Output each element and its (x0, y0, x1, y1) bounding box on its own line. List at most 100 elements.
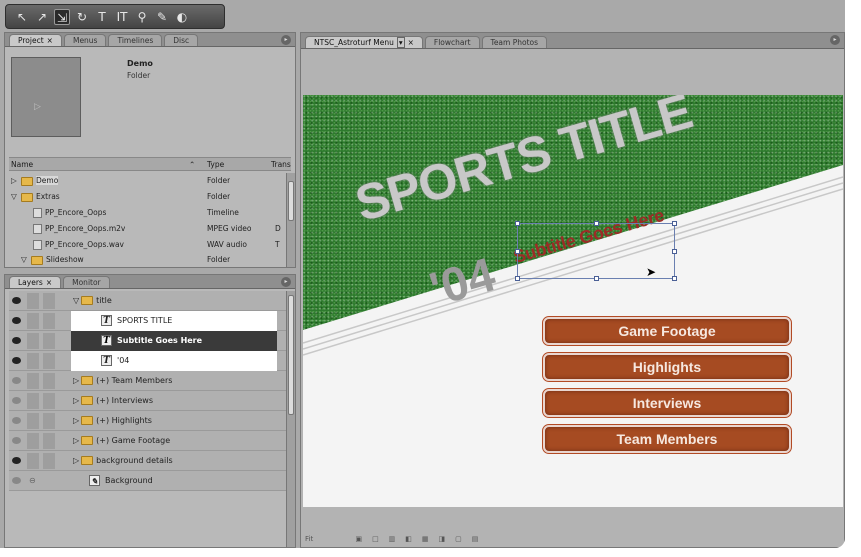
resize-handle[interactable] (672, 221, 677, 226)
visibility-eye-icon[interactable] (12, 297, 21, 304)
layer-row[interactable]: ▷ (+) Team Members (9, 371, 287, 391)
rotate-tool-icon[interactable]: ↻ (74, 9, 90, 25)
layer-set-toggle[interactable] (43, 453, 55, 469)
visibility-eye-icon[interactable] (12, 377, 21, 384)
lock-toggle[interactable] (27, 393, 39, 409)
panel-menu-icon[interactable]: ▸ (281, 277, 291, 287)
layer-set-toggle[interactable] (43, 413, 55, 429)
collapse-icon[interactable]: ▽ (21, 253, 27, 267)
preview-tool-icon[interactable]: ◐ (174, 9, 190, 25)
project-scrollbar[interactable] (286, 173, 295, 267)
column-name[interactable]: Name (11, 160, 33, 169)
resize-handle[interactable] (515, 276, 520, 281)
lock-toggle[interactable] (27, 373, 39, 389)
panel-menu-icon[interactable]: ▸ (281, 35, 291, 45)
layer-row[interactable]: T SPORTS TITLE (9, 311, 287, 331)
layer-row[interactable]: T '04 (9, 351, 287, 371)
project-row[interactable]: PP_Encore_Oops.m2v MPEG video D (9, 221, 285, 237)
layer-set-toggle[interactable] (43, 293, 55, 309)
resize-handle[interactable] (672, 276, 677, 281)
resize-handle[interactable] (515, 249, 520, 254)
menu-canvas[interactable]: SPORTS TITLE '04 Subtitle Goes Here ➤ Ga… (303, 95, 843, 507)
expand-icon[interactable]: ▷ (73, 416, 79, 425)
lock-toggle[interactable] (27, 293, 39, 309)
vertical-text-tool-icon[interactable]: IT (114, 9, 130, 25)
layer-row[interactable]: ⊖ ✎ Background (9, 471, 287, 491)
layer-row[interactable]: ▷ background details (9, 451, 287, 471)
lock-toggle[interactable] (27, 453, 39, 469)
layer-row[interactable]: ▷ (+) Game Footage (9, 431, 287, 451)
close-icon[interactable]: × (408, 38, 414, 47)
lock-toggle[interactable] (27, 353, 39, 369)
tab-team-photos[interactable]: Team Photos (481, 36, 548, 48)
project-row[interactable]: ▽ Slideshow Folder (9, 253, 285, 267)
layer-set-toggle[interactable] (43, 433, 55, 449)
lock-icon[interactable]: ⊖ (29, 471, 36, 491)
layer-set-toggle[interactable] (43, 373, 55, 389)
layer-set-toggle[interactable] (43, 333, 55, 349)
column-type[interactable]: Type (207, 160, 224, 169)
scrollbar-thumb[interactable] (288, 295, 294, 415)
tab-menus[interactable]: Menus (63, 34, 107, 46)
layer-set-toggle[interactable] (43, 313, 55, 329)
tab-timelines[interactable]: Timelines (108, 34, 163, 46)
scrollbar-thumb[interactable] (288, 181, 294, 221)
visibility-eye-icon[interactable] (12, 357, 21, 364)
visibility-eye-icon[interactable] (12, 457, 21, 464)
lock-toggle[interactable] (27, 333, 39, 349)
layer-row[interactable]: T Subtitle Goes Here (9, 331, 287, 351)
project-row[interactable]: PP_Encore_Oops Timeline (9, 205, 285, 221)
tab-layers[interactable]: Layers × (9, 276, 62, 288)
view-control-icons[interactable]: ▣□▥◧▦◨▢▤ (355, 535, 488, 543)
menu-button-team-members[interactable]: Team Members (542, 424, 792, 454)
layer-row[interactable]: ▽ title (9, 291, 287, 311)
expand-icon[interactable]: ▷ (11, 173, 17, 189)
zoom-tool-icon[interactable]: ⚲ (134, 9, 150, 25)
column-trans[interactable]: Trans (271, 160, 291, 169)
project-row[interactable]: ▽ Extras Folder (9, 189, 285, 205)
menu-button-game-footage[interactable]: Game Footage (542, 316, 792, 346)
expand-icon[interactable]: ▷ (73, 436, 79, 445)
move-tool-icon[interactable]: ⇲ (54, 8, 70, 25)
sort-icon[interactable]: ⌃ (189, 160, 195, 169)
visibility-eye-icon[interactable] (12, 397, 21, 404)
tab-disc[interactable]: Disc (164, 34, 199, 46)
resize-handle[interactable] (515, 221, 520, 226)
visibility-eye-icon[interactable] (12, 437, 21, 444)
tab-flowchart[interactable]: Flowchart (424, 36, 480, 48)
project-row[interactable]: PP_Encore_Oops.wav WAV audio T (9, 237, 285, 253)
layer-row[interactable]: ▷ (+) Highlights (9, 411, 287, 431)
dropdown-icon[interactable]: ▾ (396, 37, 405, 48)
collapse-icon[interactable]: ▽ (11, 189, 17, 205)
lock-toggle[interactable] (27, 433, 39, 449)
expand-icon[interactable]: ▷ (73, 376, 79, 385)
layer-row[interactable]: ▷ (+) Interviews (9, 391, 287, 411)
tab-monitor[interactable]: Monitor (63, 276, 110, 288)
visibility-eye-icon[interactable] (12, 417, 21, 424)
close-icon[interactable]: × (46, 278, 52, 287)
project-row[interactable]: ▷ Demo Folder (9, 173, 285, 189)
play-icon[interactable]: ▷ (34, 102, 41, 112)
visibility-eye-icon[interactable] (12, 337, 21, 344)
menu-button-interviews[interactable]: Interviews (542, 388, 792, 418)
collapse-icon[interactable]: ▽ (73, 296, 79, 305)
tab-ntsc-astroturf-menu[interactable]: NTSC_Astroturf Menu ▾ × (305, 36, 423, 48)
layer-set-toggle[interactable] (43, 393, 55, 409)
expand-icon[interactable]: ▷ (73, 396, 79, 405)
menu-button-highlights[interactable]: Highlights (542, 352, 792, 382)
lock-toggle[interactable] (27, 313, 39, 329)
resize-handle[interactable] (594, 276, 599, 281)
visibility-eye-icon[interactable] (12, 317, 21, 324)
layers-scrollbar[interactable] (286, 291, 295, 547)
visibility-eye-icon[interactable] (12, 477, 21, 484)
edit-original-tool-icon[interactable]: ✎ (154, 9, 170, 25)
expand-icon[interactable]: ▷ (73, 456, 79, 465)
zoom-level[interactable]: Fit (305, 535, 313, 543)
panel-menu-icon[interactable]: ▸ (830, 35, 840, 45)
text-tool-icon[interactable]: T (94, 9, 110, 25)
resize-handle[interactable] (672, 249, 677, 254)
close-icon[interactable]: × (47, 36, 53, 45)
resize-handle[interactable] (594, 221, 599, 226)
tab-project[interactable]: Project × (9, 34, 62, 46)
layer-set-toggle[interactable] (43, 353, 55, 369)
